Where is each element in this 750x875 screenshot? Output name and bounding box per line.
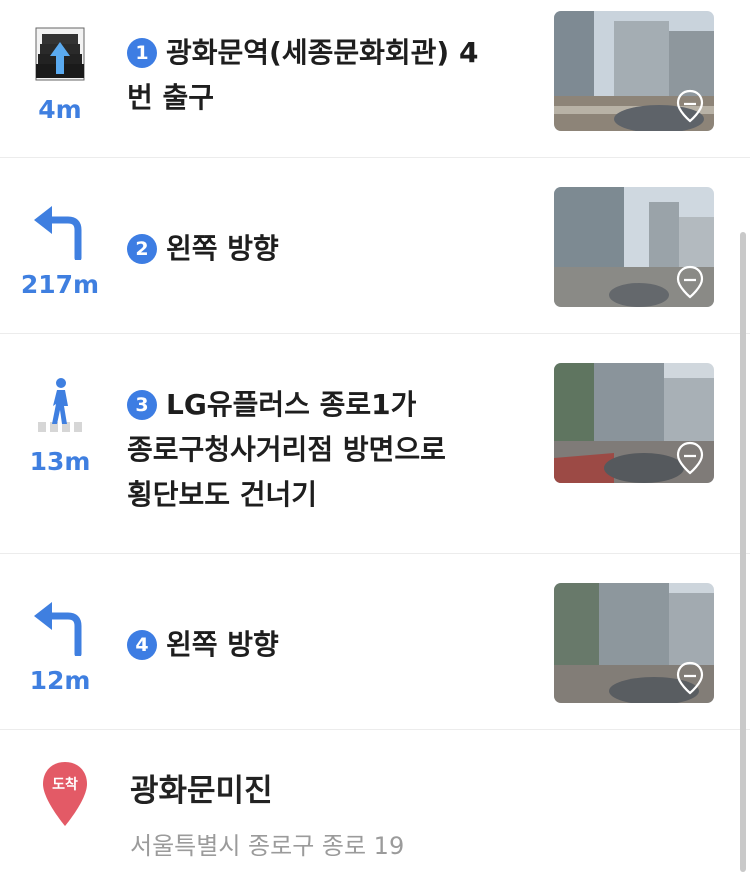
destination-pin-icon bbox=[43, 762, 87, 826]
street-view-pin-icon bbox=[676, 441, 704, 475]
step-2-street-view-thumbnail[interactable] bbox=[554, 187, 714, 307]
step-4-icon-column bbox=[0, 554, 120, 729]
route-step-1[interactable]: 4m 1 광화문역(세종문화회관) 4 번 출구 bbox=[0, 0, 750, 158]
step-number-badge: 1 bbox=[127, 38, 157, 68]
street-view-pin-icon bbox=[676, 661, 704, 695]
step-2-instruction: 2 왼쪽 방향 bbox=[127, 226, 537, 271]
step-4-street-view-thumbnail[interactable] bbox=[554, 583, 714, 703]
step-1-distance: 4m bbox=[38, 95, 82, 124]
step-3-distance: 13m bbox=[29, 447, 91, 476]
street-view-pin-icon bbox=[676, 265, 704, 299]
step-3-line-2: 종로구청사거리점 방면으로 bbox=[127, 433, 446, 466]
step-1-line-2: 번 출구 bbox=[127, 81, 215, 114]
step-number-badge: 2 bbox=[127, 234, 157, 264]
step-2-line-1: 왼쪽 방향 bbox=[166, 232, 279, 265]
step-1-street-view-thumbnail[interactable] bbox=[554, 11, 714, 131]
step-4-distance: 12m bbox=[29, 666, 91, 695]
pedestrian-crosswalk-icon bbox=[38, 378, 82, 432]
step-number-badge: 4 bbox=[127, 630, 157, 660]
step-3-line-1: LG유플러스 종로1가 bbox=[166, 388, 417, 421]
step-4-instruction: 4 왼쪽 방향 bbox=[127, 622, 537, 667]
turn-left-icon bbox=[34, 602, 82, 656]
destination-address: 서울특별시 종로구 종로 19 bbox=[130, 832, 405, 860]
step-2-distance: 217m bbox=[20, 270, 100, 299]
step-3-instruction: 3 LG유플러스 종로1가 종로구청사거리점 방면으로 횡단보도 건너기 bbox=[127, 382, 537, 517]
step-4-line-1: 왼쪽 방향 bbox=[166, 628, 279, 661]
step-2-icon-column bbox=[0, 158, 120, 333]
destination-name: 광화문미진 bbox=[130, 773, 273, 809]
street-view-pin-icon bbox=[676, 89, 704, 123]
route-step-4[interactable]: 12m 4 왼쪽 방향 bbox=[0, 554, 750, 730]
step-1-icon-column bbox=[0, 0, 120, 157]
step-3-icon-column bbox=[0, 334, 120, 553]
step-number-badge: 3 bbox=[127, 390, 157, 420]
step-3-line-3: 횡단보도 건너기 bbox=[127, 478, 318, 511]
step-3-street-view-thumbnail[interactable] bbox=[554, 363, 714, 483]
step-1-line-1: 광화문역(세종문화회관) 4 bbox=[166, 36, 479, 69]
scrollbar[interactable] bbox=[740, 232, 746, 872]
route-step-3[interactable]: 13m 3 LG유플러스 종로1가 종로구청사거리점 방면으로 횡단보도 건너기 bbox=[0, 334, 750, 554]
destination-pin-label: 도착 bbox=[52, 777, 78, 793]
stairs-up-icon bbox=[35, 27, 85, 81]
route-step-2[interactable]: 217m 2 왼쪽 방향 bbox=[0, 158, 750, 334]
step-1-instruction: 1 광화문역(세종문화회관) 4 번 출구 bbox=[127, 30, 537, 120]
turn-left-icon bbox=[34, 206, 82, 260]
